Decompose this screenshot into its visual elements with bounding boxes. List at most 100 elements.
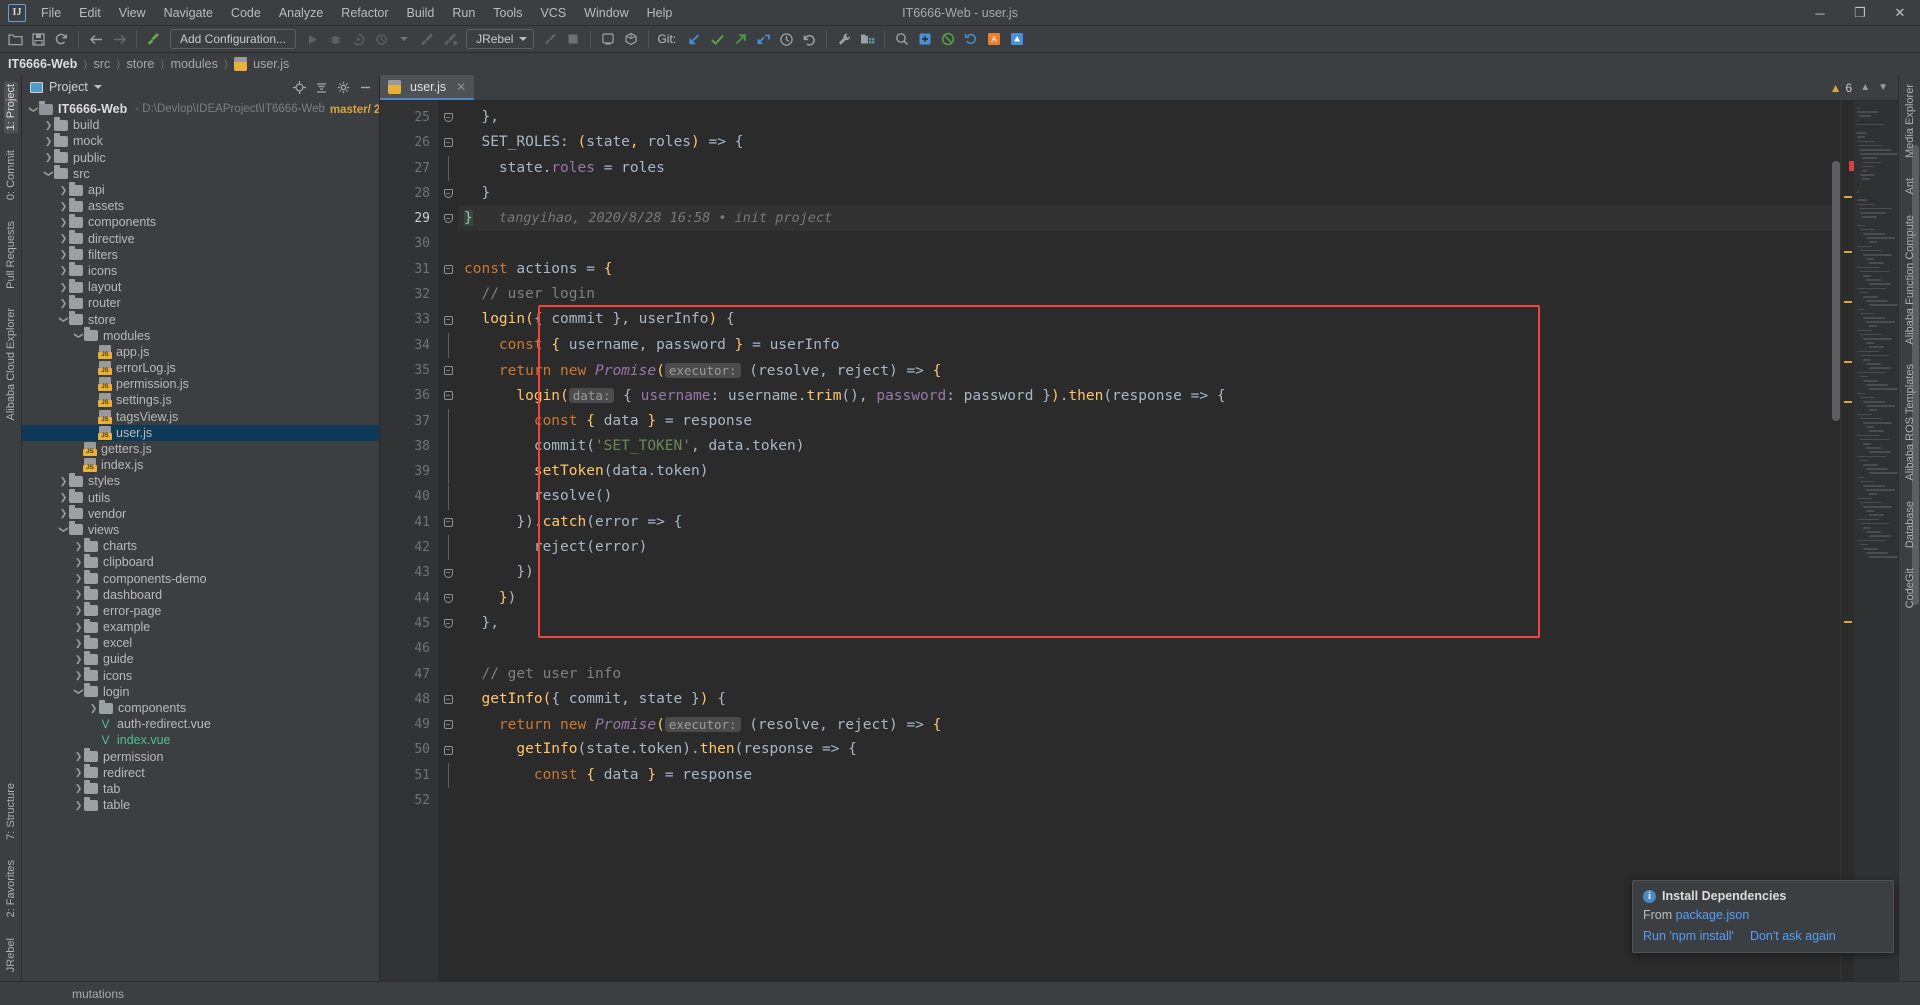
menu-item-tools[interactable]: Tools bbox=[484, 2, 531, 24]
code-line[interactable]: getInfo({ commit, state }) { bbox=[458, 687, 1840, 712]
fold-collapse-icon[interactable]: − bbox=[441, 257, 455, 282]
tree-item-public[interactable]: ❯ public bbox=[22, 149, 379, 166]
fold-end-icon[interactable]: − bbox=[441, 586, 455, 611]
inspection-down-icon[interactable]: ▼ bbox=[1878, 82, 1888, 93]
tree-item-styles[interactable]: ❯ styles bbox=[22, 472, 379, 489]
chevron-right-icon[interactable]: ❯ bbox=[73, 751, 84, 762]
git-fetch-icon[interactable] bbox=[752, 28, 774, 50]
line-number[interactable]: 47 bbox=[380, 662, 438, 687]
line-number[interactable]: 27 bbox=[380, 156, 438, 181]
device-manager-icon[interactable] bbox=[597, 28, 619, 50]
maximize-button[interactable]: ❐ bbox=[1840, 0, 1880, 26]
code-line[interactable]: // user login bbox=[458, 282, 1840, 307]
tree-item-mock[interactable]: ❯ mock bbox=[22, 132, 379, 149]
jrebel-action-icon[interactable] bbox=[539, 28, 561, 50]
chevron-right-icon[interactable]: ❯ bbox=[58, 508, 69, 519]
chevron-right-icon[interactable]: ❯ bbox=[58, 476, 69, 487]
chevron-right-icon[interactable]: ❯ bbox=[73, 589, 84, 600]
fold-guide-line[interactable] bbox=[441, 433, 455, 460]
chevron-right-icon[interactable]: ❯ bbox=[58, 217, 69, 228]
line-number[interactable]: 39 bbox=[380, 459, 438, 484]
code-line[interactable]: SET_ROLES: (state, roles) => { bbox=[458, 130, 1840, 155]
chevron-right-icon[interactable]: ❯ bbox=[73, 622, 84, 633]
breadcrumb-item-modules[interactable]: modules bbox=[171, 57, 218, 71]
code-line[interactable]: return new Promise(executor: (resolve, r… bbox=[458, 712, 1840, 737]
tree-item-components[interactable]: ❯ components bbox=[22, 699, 379, 716]
code-line[interactable]: }) bbox=[458, 586, 1840, 611]
chevron-down-icon[interactable]: ❯ bbox=[73, 330, 84, 341]
tree-item-index-vue[interactable]: Vindex.vue bbox=[22, 732, 379, 748]
warning-stripe-marker[interactable] bbox=[1844, 621, 1852, 623]
tree-item-auth-redirect-vue[interactable]: Vauth-redirect.vue bbox=[22, 716, 379, 732]
tree-item-tab[interactable]: ❯ tab bbox=[22, 780, 379, 797]
chevron-right-icon[interactable]: ❯ bbox=[73, 573, 84, 584]
settings-gear-icon[interactable] bbox=[333, 77, 353, 97]
main-toolbar[interactable]: Add Configuration... JRebel Git: A bbox=[0, 26, 1920, 53]
run-coverage-icon[interactable] bbox=[347, 28, 369, 50]
save-all-icon[interactable] bbox=[27, 28, 49, 50]
chevron-right-icon[interactable]: ❯ bbox=[73, 783, 84, 794]
sync-icon[interactable] bbox=[50, 28, 72, 50]
code-line[interactable]: } tangyihao, 2020/8/28 16:58 • init proj… bbox=[458, 206, 1840, 232]
chevron-down-icon[interactable] bbox=[93, 85, 102, 89]
code-line[interactable]: getInfo(state.token).then(response => { bbox=[458, 737, 1840, 762]
block-icon[interactable] bbox=[937, 28, 959, 50]
tree-item-router[interactable]: ❯ router bbox=[22, 294, 379, 311]
breadcrumb-file[interactable]: user.js bbox=[253, 57, 289, 71]
fold-collapse-icon[interactable]: − bbox=[441, 738, 455, 763]
line-number-gutter[interactable]: 25 26 27 28 29 30 31 32 33 34 35 36 37 38 39 40 41 42 43 44… bbox=[380, 101, 438, 981]
editor-tab-bar[interactable]: user.js ✕ ▲ 6 ▲ ▼ bbox=[380, 75, 1898, 101]
project-structure-icon[interactable] bbox=[856, 28, 878, 50]
menu-item-vcs[interactable]: VCS bbox=[531, 2, 575, 24]
code-line[interactable] bbox=[458, 231, 1840, 256]
code-minimap[interactable] bbox=[1854, 101, 1898, 981]
fold-end-icon[interactable]: − bbox=[441, 181, 455, 206]
chevron-down-icon[interactable] bbox=[393, 28, 415, 50]
alibaba-icon[interactable] bbox=[1006, 28, 1028, 50]
line-number[interactable]: 29 bbox=[380, 206, 438, 231]
run-npm-install-link[interactable]: Run 'npm install' bbox=[1643, 929, 1734, 943]
notification-popup[interactable]: i Install Dependencies From package.json… bbox=[1632, 880, 1894, 953]
editor-tab-userjs[interactable]: user.js ✕ bbox=[380, 75, 475, 100]
menu-item-navigate[interactable]: Navigate bbox=[155, 2, 222, 24]
rail-tab-commit[interactable]: 0: Commit bbox=[4, 147, 18, 203]
code-line[interactable]: resolve() bbox=[458, 484, 1840, 509]
rail-tab-database[interactable]: Database bbox=[1903, 498, 1917, 551]
tree-item-utils[interactable]: ❯ utils bbox=[22, 489, 379, 506]
rail-tab-project[interactable]: 1: Project bbox=[3, 81, 18, 134]
chevron-right-icon[interactable]: ❯ bbox=[73, 638, 84, 649]
code-line[interactable]: }, bbox=[458, 611, 1840, 636]
menu-item-run[interactable]: Run bbox=[443, 2, 484, 24]
code-line[interactable]: } bbox=[458, 181, 1840, 206]
fold-end-icon[interactable]: − bbox=[441, 206, 455, 231]
line-number[interactable]: 46 bbox=[380, 636, 438, 661]
chevron-right-icon[interactable]: ❯ bbox=[73, 557, 84, 568]
line-number[interactable]: 37 bbox=[380, 409, 438, 434]
tree-item-tagsview-js[interactable]: tagsView.js bbox=[22, 409, 379, 425]
tree-item-vendor[interactable]: ❯ vendor bbox=[22, 505, 379, 522]
sdk-manager-icon[interactable] bbox=[620, 28, 642, 50]
line-number[interactable]: 48 bbox=[380, 687, 438, 712]
chevron-right-icon[interactable]: ❯ bbox=[58, 201, 69, 212]
line-number[interactable]: 28 bbox=[380, 181, 438, 206]
line-number[interactable]: 35 bbox=[380, 358, 438, 383]
tree-item-permission[interactable]: ❯ permission bbox=[22, 748, 379, 765]
code-line[interactable]: setToken(data.token) bbox=[458, 459, 1840, 484]
rail-tab-media-explorer[interactable]: Media Explorer bbox=[1903, 81, 1917, 161]
translate-icon[interactable]: A bbox=[983, 28, 1005, 50]
tree-item-src[interactable]: ❯ src bbox=[22, 165, 379, 182]
fold-collapse-icon[interactable]: − bbox=[441, 130, 455, 155]
breadcrumb-item-src[interactable]: src bbox=[94, 57, 111, 71]
rail-tab-ant[interactable]: Ant bbox=[1903, 175, 1917, 198]
tree-item-error-page[interactable]: ❯ error-page bbox=[22, 602, 379, 619]
line-number[interactable]: 45 bbox=[380, 611, 438, 636]
tree-item-charts[interactable]: ❯ charts bbox=[22, 537, 379, 554]
tree-item-user-js[interactable]: user.js bbox=[22, 424, 379, 441]
line-number[interactable]: 50 bbox=[380, 737, 438, 762]
code-line[interactable]: const actions = { bbox=[458, 257, 1840, 282]
chevron-down-icon[interactable]: ❯ bbox=[58, 524, 69, 535]
tree-item-directive[interactable]: ❯ directive bbox=[22, 230, 379, 247]
rollback-icon[interactable] bbox=[798, 28, 820, 50]
tree-item-icons[interactable]: ❯ icons bbox=[22, 262, 379, 279]
fold-guide-line[interactable] bbox=[441, 459, 455, 485]
